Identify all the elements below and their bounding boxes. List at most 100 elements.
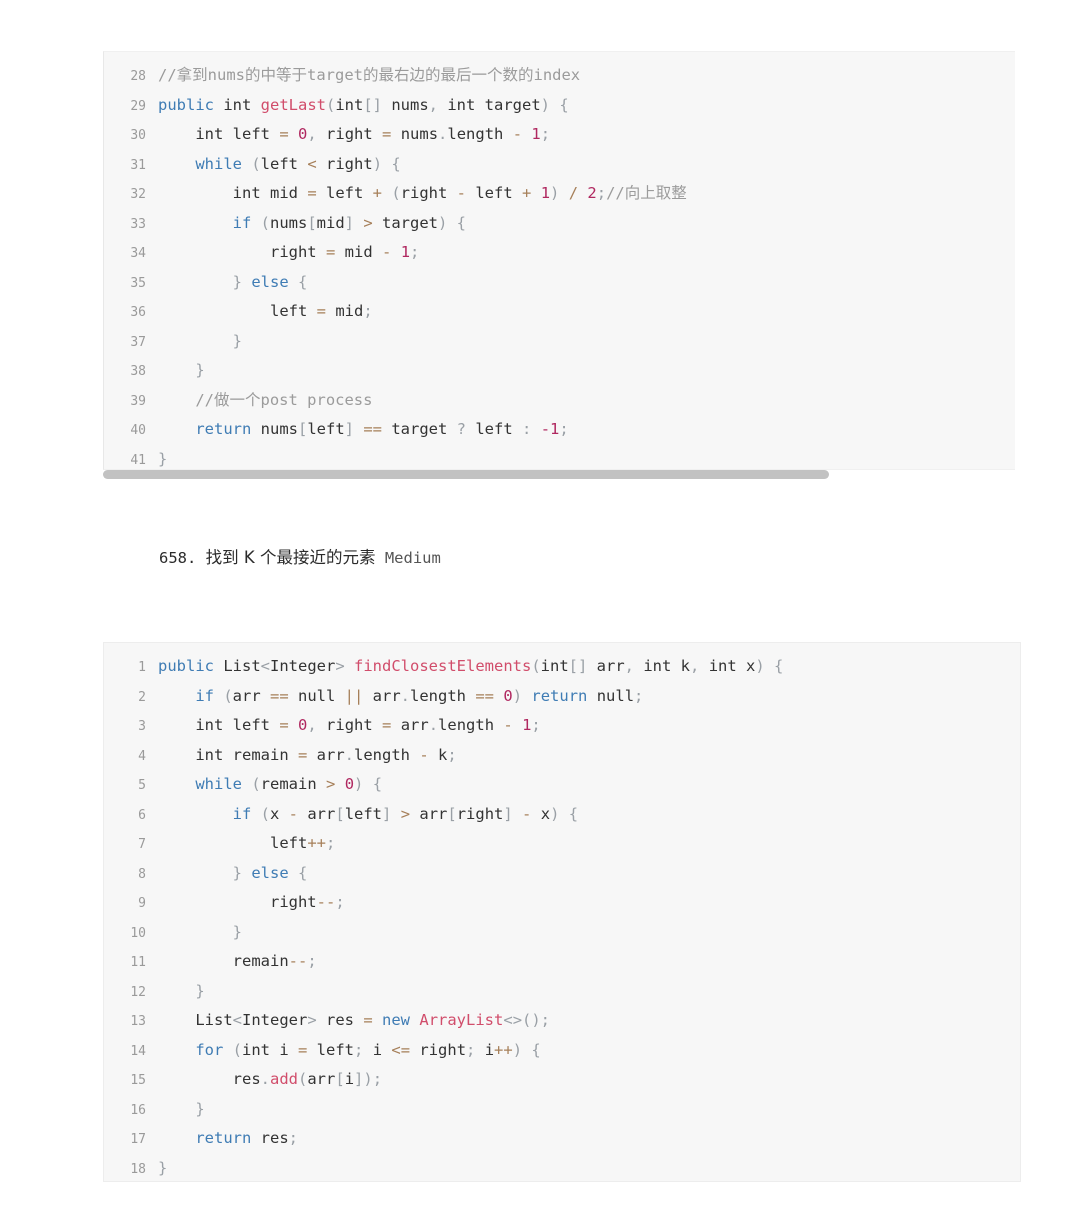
code-line: 18}: [104, 1154, 1020, 1182]
code-token: res: [251, 1129, 289, 1147]
code-token: .: [400, 686, 411, 705]
code-token: =: [325, 243, 336, 261]
code-token: //做一个post process: [195, 390, 373, 409]
code-token: 0: [298, 716, 308, 734]
code-token: /: [568, 184, 579, 202]
code-token: [: [447, 804, 457, 823]
code-token: add: [270, 1070, 298, 1088]
code-token: >: [326, 775, 336, 793]
line-number: 38: [130, 364, 146, 379]
line-number: 2: [138, 689, 146, 705]
code-line: 37 }: [104, 327, 1015, 357]
code-line: 2 if (arr == null || arr.length == 0) re…: [104, 682, 1020, 712]
code-line: 17 return res;: [104, 1124, 1020, 1154]
code-token: (: [242, 154, 261, 173]
code-token: }: [158, 1158, 168, 1177]
code-token: int target: [438, 95, 541, 114]
code-token: 1: [531, 125, 541, 143]
code-token: null: [587, 686, 635, 705]
code-token: >: [363, 213, 373, 232]
code-token: right: [316, 716, 383, 734]
code-token: -: [419, 745, 429, 764]
code-token: int: [214, 95, 261, 114]
code-token: left: [466, 420, 523, 438]
code-token: return: [195, 1129, 252, 1147]
code-line-text: if (arr == null || arr.length == 0) retu…: [158, 687, 643, 705]
code-line-text: public int getLast(int[] nums, int targe…: [158, 96, 569, 114]
code-token: }: [158, 922, 242, 941]
code-line-text: while (left < right) {: [158, 154, 400, 173]
code-line: 30 int left = 0, right = nums.length - 1…: [104, 120, 1015, 150]
line-number: 17: [130, 1132, 146, 1147]
code-token: i: [344, 1070, 355, 1088]
code-line-text: int remain = arr.length - k;: [158, 745, 456, 764]
code-line: 16 }: [104, 1095, 1020, 1125]
code-token: target: [382, 420, 457, 438]
code-line-text: if (nums[mid] > target) {: [158, 214, 466, 232]
code-token: {: [288, 863, 308, 882]
code-block-findclosestelements[interactable]: 1 public List<Integer> findClosestElement…: [103, 642, 1021, 1182]
code-token: x: [270, 804, 289, 823]
code-token: target: [372, 213, 439, 232]
code-line-text: }: [158, 1100, 204, 1118]
code-lines-2: 1 public List<Integer> findClosestElement…: [104, 643, 1020, 1182]
code-token: left: [260, 154, 308, 173]
code-token: arr: [363, 686, 401, 705]
line-number: 5: [138, 778, 146, 793]
code-token: left: [344, 804, 383, 823]
code-token: ,: [307, 125, 317, 143]
code-token: =: [297, 745, 308, 764]
code-token: >: [335, 657, 355, 675]
code-token: ;: [531, 716, 541, 734]
code-token: k: [428, 745, 448, 764]
code-token: remain: [260, 775, 326, 793]
code-token: length: [438, 716, 504, 734]
code-line-text: }: [158, 361, 204, 379]
code-token: (: [251, 804, 270, 823]
code-line: 6 if (x - arr[left] > arr[right] - x) {: [104, 800, 1020, 830]
code-line: 39 //做一个post process: [104, 386, 1015, 416]
code-line-text: }: [158, 450, 167, 468]
code-token: [: [335, 1070, 345, 1088]
code-token: -: [512, 125, 523, 143]
code-line: 40 return nums[left] == target ? left : …: [104, 415, 1015, 445]
problem-title: 找到 K 个最接近的元素: [205, 548, 376, 567]
code-line: 13 List<Integer> res = new ArrayList<>()…: [104, 1006, 1020, 1036]
code-token: ?: [456, 420, 467, 438]
code-token: ;: [559, 420, 569, 438]
code-token: <: [307, 154, 317, 173]
code-token: int left: [158, 125, 280, 143]
code-line: 32 int mid = left + (right - left + 1) /…: [104, 179, 1015, 209]
code-token: left: [158, 302, 317, 320]
code-token: public: [158, 95, 214, 114]
problem-title-line: 658. 找到 K 个最接近的元素 Medium: [103, 508, 963, 608]
code-token: if: [232, 213, 252, 232]
code-token: arr: [232, 686, 270, 705]
code-line: 38 }: [104, 356, 1015, 386]
code-token: return: [195, 420, 252, 438]
code-token: --: [316, 893, 336, 911]
code-token: length: [354, 745, 420, 764]
code-line: 31 while (left < right) {: [104, 150, 1015, 180]
code-token: 1: [522, 716, 532, 734]
code-token: (: [382, 184, 401, 202]
code-token: int x: [699, 657, 756, 675]
code-token: //拿到nums的中等于target的最右边的最后一个数的index: [158, 66, 581, 84]
code-token: [: [298, 420, 308, 438]
code-token: 1: [540, 184, 551, 202]
code-token: .: [428, 716, 439, 734]
code-token: int: [540, 657, 569, 675]
code-token: ;: [288, 1129, 298, 1147]
code-line-text: }: [158, 923, 242, 941]
code-block-1-scrollbar-thumb[interactable]: [103, 470, 829, 479]
line-number: 7: [138, 837, 146, 852]
line-number: 33: [130, 216, 146, 232]
code-token: =: [279, 125, 289, 143]
code-block-getlast[interactable]: 28 //拿到nums的中等于target的最右边的最后一个数的index 29 pu…: [103, 51, 1015, 470]
